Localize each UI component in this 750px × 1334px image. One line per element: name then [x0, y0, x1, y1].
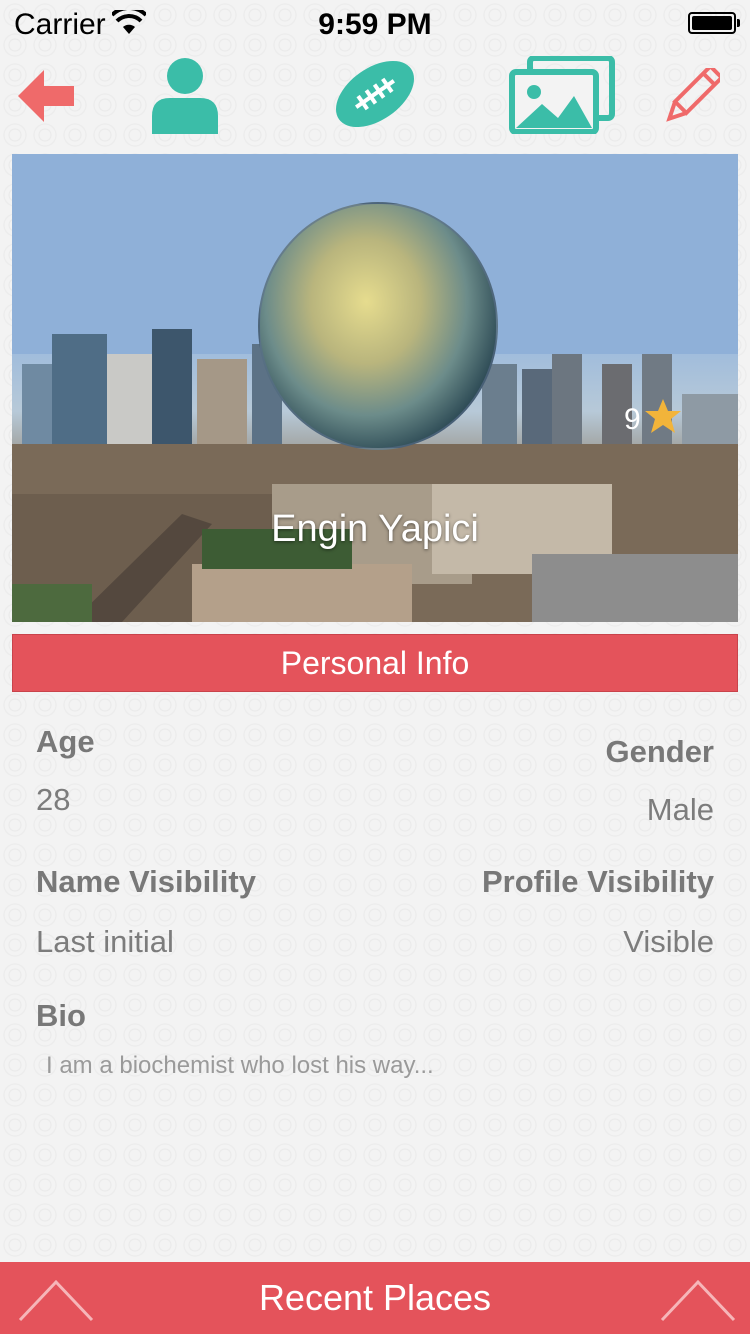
bio-label: Bio: [36, 998, 86, 1033]
person-icon[interactable]: [150, 56, 220, 134]
status-bar: Carrier 9:59 PM: [0, 0, 750, 50]
back-arrow-icon[interactable]: [18, 70, 76, 122]
gallery-icon[interactable]: [508, 56, 616, 134]
edit-pencil-icon[interactable]: [664, 68, 720, 124]
top-toolbar: [0, 52, 750, 142]
gender-label: Gender: [605, 734, 714, 769]
age-label: Age: [36, 724, 95, 759]
profile-cover-image: 9 Engin Yapici: [12, 154, 738, 622]
clock-time: 9:59 PM: [318, 8, 432, 41]
chevron-up-icon[interactable]: [660, 1276, 736, 1331]
star-icon: [644, 398, 681, 442]
avatar[interactable]: [258, 202, 498, 450]
section-title: Personal Info: [280, 644, 470, 681]
battery-icon: [688, 12, 740, 34]
name-visibility-value: Last initial: [36, 924, 174, 959]
profile-visibility-value: Visible: [623, 924, 714, 959]
recent-places-title: Recent Places: [258, 1277, 492, 1318]
profile-visibility-label: Profile Visibility: [481, 864, 714, 899]
user-name: Engin Yapici: [271, 508, 479, 550]
age-value: 28: [36, 782, 71, 817]
chevron-up-icon[interactable]: [18, 1276, 94, 1331]
bio-text: I am a biochemist who lost his way...: [46, 1052, 434, 1079]
personal-info-header: Personal Info: [12, 634, 738, 692]
recent-places-bar[interactable]: Recent Places: [0, 1262, 750, 1334]
rating-value: 9: [624, 403, 641, 436]
football-icon[interactable]: [330, 54, 420, 134]
name-visibility-label: Name Visibility: [36, 864, 256, 899]
gender-value: Male: [646, 792, 714, 827]
rating-badge: 9: [624, 398, 681, 442]
